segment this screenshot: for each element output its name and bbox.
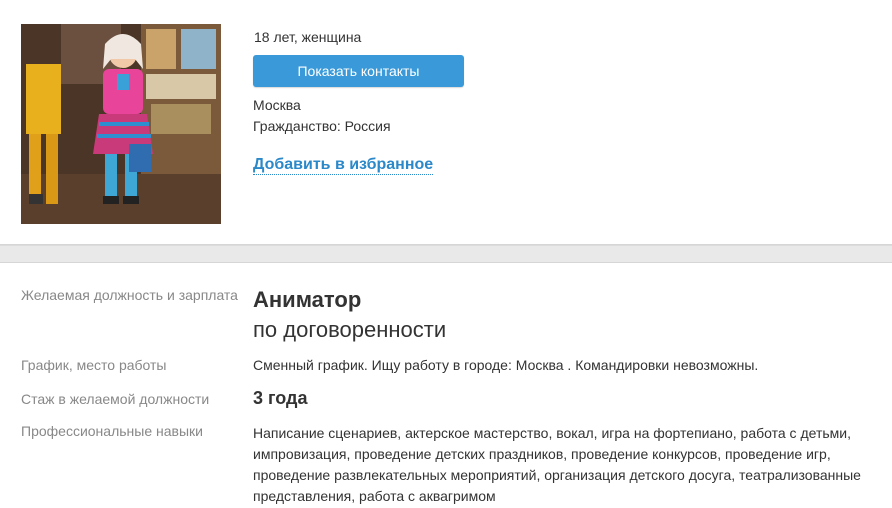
- city: Москва: [253, 97, 301, 113]
- schedule-value: Сменный график. Ищу работу в городе: Мос…: [253, 357, 759, 373]
- show-contacts-button[interactable]: Показать контакты: [253, 55, 464, 87]
- profile-photo-image: [21, 24, 221, 224]
- experience-value: 3 года: [253, 388, 308, 408]
- position-label: Желаемая должность и зарплата: [21, 287, 238, 303]
- skills-value: Написание сценариев, актерское мастерств…: [253, 425, 861, 504]
- profile-card: 18 лет, женщина Показать контакты Москва…: [0, 0, 892, 245]
- schedule-label: График, место работы: [21, 357, 167, 373]
- experience-label: Стаж в желаемой должности: [21, 391, 210, 407]
- salary-value: по договоренности: [253, 317, 447, 342]
- profile-photo[interactable]: [21, 24, 221, 224]
- skills-label: Профессиональные навыки: [21, 423, 203, 439]
- age-gender: 18 лет, женщина: [254, 29, 362, 45]
- add-to-favorites-link[interactable]: Добавить в избранное: [253, 156, 434, 175]
- citizenship: Гражданство: Россия: [253, 118, 391, 134]
- position-title: Аниматор: [253, 287, 362, 312]
